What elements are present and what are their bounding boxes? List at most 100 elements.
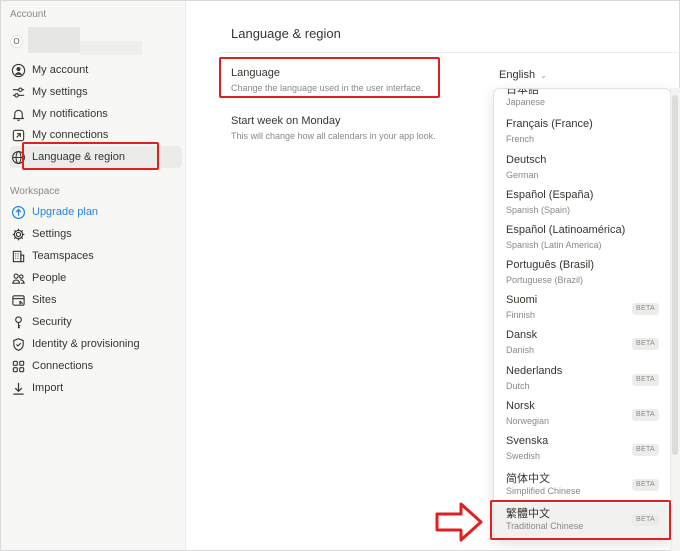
language-option-german[interactable]: Deutsch German	[494, 152, 670, 187]
avatar: O	[10, 35, 23, 48]
sidebar-item-label: Sites	[32, 294, 57, 306]
week-setting-description: This will change how all calendars in yo…	[231, 131, 436, 141]
language-option-spanish-spain[interactable]: Español (España) Spanish (Spain)	[494, 187, 670, 222]
sidebar-item-label: People	[32, 272, 67, 284]
language-option-spanish-latam[interactable]: Español (Latinoamérica) Spanish (Latin A…	[494, 222, 670, 257]
sidebar-item-people[interactable]: People	[10, 267, 182, 289]
sidebar-item-label: My connections	[32, 129, 109, 141]
beta-badge: BETA	[632, 338, 659, 350]
option-name: Deutsch	[506, 154, 547, 166]
option-name: Español (España)	[506, 189, 594, 201]
sidebar-item-label: Settings	[32, 228, 72, 240]
beta-badge: BETA	[632, 303, 659, 315]
chevron-down-icon: ⌄	[540, 70, 547, 80]
option-name: 简体中文	[506, 473, 550, 485]
sidebar-item-teamspaces[interactable]: Teamspaces	[10, 245, 182, 267]
pointer-arrow-icon	[435, 502, 483, 542]
sidebar-item-security[interactable]: Security	[10, 311, 182, 333]
language-option-danish[interactable]: Dansk Danish BETA	[494, 327, 670, 362]
option-name: Norsk	[506, 400, 535, 412]
option-subtitle: Simplified Chinese	[506, 486, 581, 496]
account-section-label: Account	[10, 9, 47, 20]
option-subtitle: Portuguese (Brazil)	[506, 275, 584, 285]
arrow-up-circle-icon	[10, 204, 26, 220]
language-option-japanese[interactable]: 日本語 Japanese	[494, 88, 670, 114]
option-subtitle: Danish	[506, 345, 535, 355]
option-subtitle: Swedish	[506, 451, 541, 461]
option-name: Suomi	[506, 294, 538, 306]
option-subtitle: French	[506, 134, 535, 144]
sidebar-item-label: My notifications	[32, 108, 108, 120]
redacted-name	[28, 27, 80, 53]
sidebar-item-label: My settings	[32, 86, 88, 98]
beta-badge: BETA	[632, 444, 659, 456]
external-link-icon	[10, 127, 26, 143]
people-icon	[10, 270, 26, 286]
account-switcher[interactable]: O	[10, 27, 175, 55]
option-subtitle: German	[506, 170, 539, 180]
sidebar-item-settings[interactable]: Settings	[10, 223, 182, 245]
workspace-section-label: Workspace	[10, 186, 60, 197]
option-name: Svenska	[506, 435, 549, 447]
beta-badge: BETA	[632, 374, 659, 386]
sidebar-item-my-notifications[interactable]: My notifications	[10, 103, 182, 125]
sidebar-item-sites[interactable]: Sites	[10, 289, 182, 311]
sliders-icon	[10, 84, 26, 100]
sidebar-item-label: Upgrade plan	[32, 206, 99, 218]
week-setting-label: Start week on Monday	[231, 115, 341, 127]
option-name: 日本語	[506, 88, 539, 96]
sidebar-item-label: My account	[32, 64, 89, 76]
language-select-value: English	[499, 69, 536, 81]
sidebar-item-identity-provisioning[interactable]: Identity & provisioning	[10, 333, 182, 355]
option-name: Português (Brasil)	[506, 259, 595, 271]
highlight-sidebar-language	[22, 142, 159, 170]
language-option-finnish[interactable]: Suomi Finnish BETA	[494, 292, 670, 327]
language-option-portuguese-brazil[interactable]: Português (Brasil) Portuguese (Brazil)	[494, 257, 670, 292]
option-subtitle: Norwegian	[506, 416, 550, 426]
language-option-swedish[interactable]: Svenska Swedish BETA	[494, 433, 670, 468]
gear-icon	[10, 226, 26, 242]
sidebar-item-label: Identity & provisioning	[32, 338, 140, 350]
sidebar-item-connections[interactable]: Connections	[10, 355, 182, 377]
sidebar-item-my-account[interactable]: My account	[10, 59, 182, 81]
dropdown-scrollbar-thumb[interactable]	[672, 95, 678, 455]
user-circle-icon	[10, 62, 26, 78]
option-name: Dansk	[506, 329, 538, 341]
language-option-dutch[interactable]: Nederlands Dutch BETA	[494, 363, 670, 398]
option-name: Nederlands	[506, 365, 563, 377]
option-subtitle: Japanese	[506, 97, 546, 107]
option-subtitle: Dutch	[506, 381, 530, 391]
option-name: Français (France)	[506, 118, 593, 130]
sidebar-item-label: Teamspaces	[32, 250, 94, 262]
highlight-traditional-chinese	[490, 500, 671, 540]
page-title: Language & region	[231, 26, 341, 41]
download-icon	[10, 380, 26, 396]
grid-icon	[10, 358, 26, 374]
shield-check-icon	[10, 336, 26, 352]
language-select[interactable]: English ⌄	[499, 69, 547, 81]
sidebar-item-upgrade-plan[interactable]: Upgrade plan	[10, 201, 182, 223]
key-icon	[10, 314, 26, 330]
language-option-french[interactable]: Français (France) French	[494, 116, 670, 151]
language-option-simplified-chinese[interactable]: 简体中文 Simplified Chinese BETA	[494, 468, 670, 503]
language-dropdown[interactable]: 日本語 Japanese Français (France) French De…	[493, 88, 671, 540]
option-subtitle: Finnish	[506, 310, 536, 320]
highlight-language-setting	[219, 57, 440, 98]
bell-icon	[10, 106, 26, 122]
sidebar-item-import[interactable]: Import	[10, 377, 182, 399]
option-name: Español (Latinoamérica)	[506, 224, 626, 236]
sidebar-item-label: Security	[32, 316, 72, 328]
sidebar-item-label: Import	[32, 382, 64, 394]
settings-sidebar: Account O My account My settings My noti…	[1, 1, 186, 550]
title-divider	[219, 52, 680, 53]
option-subtitle: Spanish (Latin America)	[506, 240, 602, 250]
beta-badge: BETA	[632, 409, 659, 421]
sidebar-item-label: Connections	[32, 360, 94, 372]
building-icon	[10, 248, 26, 264]
beta-badge: BETA	[632, 479, 659, 491]
language-option-norwegian[interactable]: Norsk Norwegian BETA	[494, 398, 670, 433]
option-subtitle: Spanish (Spain)	[506, 205, 571, 215]
redacted-email	[80, 41, 142, 55]
browser-icon	[10, 292, 26, 308]
sidebar-item-my-settings[interactable]: My settings	[10, 81, 182, 103]
